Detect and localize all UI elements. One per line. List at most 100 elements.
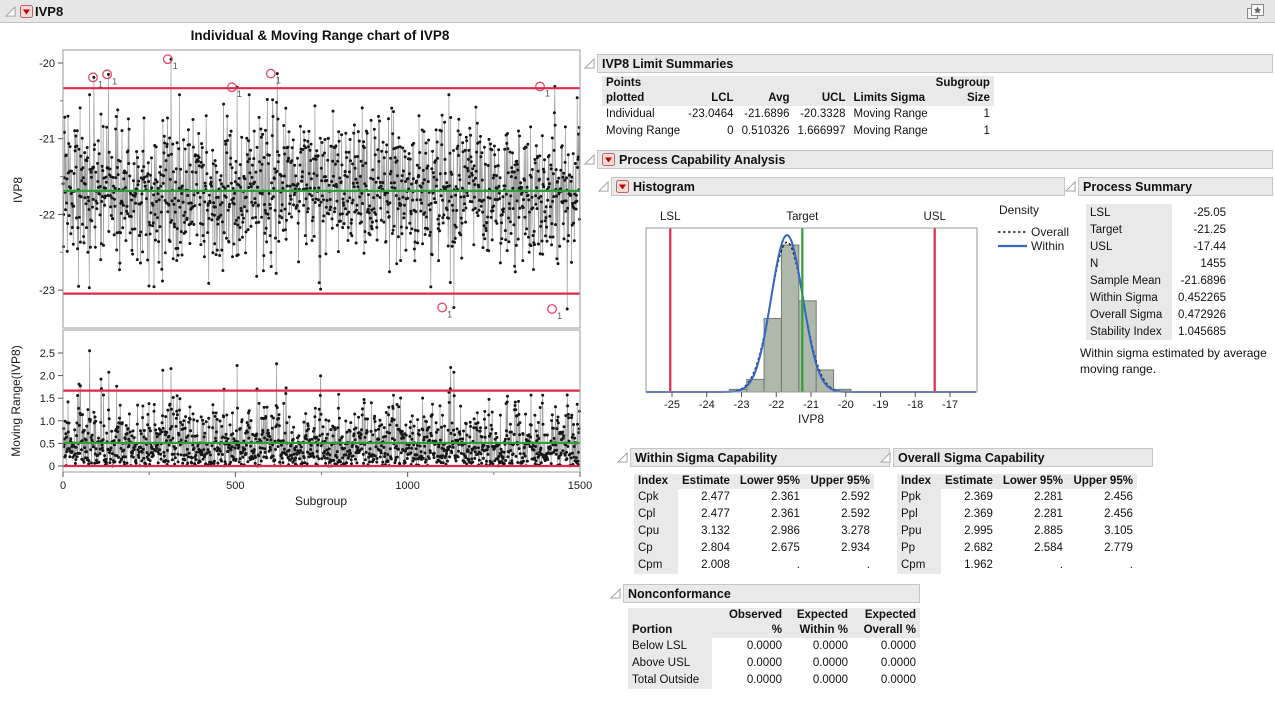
table-row: Within Sigma0.452265 — [1086, 289, 1230, 306]
cell: . — [734, 557, 804, 574]
section-process-capability[interactable]: Process Capability Analysis — [584, 149, 1273, 170]
col-header: Upper 95% — [1067, 474, 1137, 489]
table-row: Total Outside0.00000.00000.0000 — [628, 672, 920, 689]
svg-text:-18: -18 — [907, 399, 923, 411]
cell: 2.369 — [941, 506, 997, 523]
col-header: Limits Sigma — [850, 76, 932, 106]
disclosure-triangle-icon[interactable] — [584, 58, 595, 69]
cell: 2.592 — [804, 506, 874, 523]
cell: 0.0000 — [712, 638, 786, 655]
cell: Cpl — [634, 506, 678, 523]
cell: 2.995 — [941, 523, 997, 540]
window-layers-icon[interactable] — [1246, 3, 1266, 25]
cell: Within Sigma — [1086, 289, 1172, 306]
cell: Cp — [634, 540, 678, 557]
cell: 0.0000 — [852, 655, 920, 672]
capability-histogram[interactable]: LSLTargetUSL-25-24-23-22-21-20-19-18-17I… — [600, 200, 1078, 435]
cell: Overall Sigma — [1086, 306, 1172, 323]
svg-text:Within: Within — [1031, 239, 1064, 253]
overall-capability-table: Index Estimate Lower 95% Upper 95% Ppk2.… — [897, 474, 1137, 574]
table-row: USL-17.44 — [1086, 238, 1230, 255]
table-row: Stability Index1.045685 — [1086, 323, 1230, 340]
col-header: Lower 95% — [734, 474, 804, 489]
disclosure-triangle-icon[interactable] — [584, 154, 595, 165]
col-header: Expected Overall % — [852, 608, 920, 638]
cell: 0.452265 — [1172, 289, 1230, 306]
cell: -20.3328 — [794, 106, 850, 123]
section-process-summary[interactable]: Process Summary — [1065, 176, 1273, 197]
disclosure-triangle-icon[interactable] — [1065, 181, 1076, 192]
svg-text:-17: -17 — [942, 399, 958, 411]
cell: Moving Range — [602, 123, 684, 140]
cell: 1.666997 — [794, 123, 850, 140]
cell: -23.0464 — [684, 106, 737, 123]
svg-text:0.5: 0.5 — [40, 438, 55, 450]
cell: -21.25 — [1172, 221, 1230, 238]
svg-text:1: 1 — [112, 76, 117, 86]
svg-text:IVP8: IVP8 — [11, 177, 25, 203]
cell: 0.0000 — [786, 672, 852, 689]
section-within-capability[interactable]: Within Sigma Capability — [617, 447, 890, 468]
svg-text:-25: -25 — [664, 399, 680, 411]
disclosure-triangle-icon[interactable] — [880, 452, 891, 463]
table-row: Ppk2.3692.2812.456 — [897, 489, 1137, 506]
cell: USL — [1086, 238, 1172, 255]
limit-summaries-table: Points plotted LCL Avg UCL Limits Sigma … — [602, 76, 994, 140]
col-header: Upper 95% — [804, 474, 874, 489]
red-triangle-menu-icon[interactable] — [20, 5, 33, 18]
cell: N — [1086, 255, 1172, 272]
cell: . — [804, 557, 874, 574]
jmp-report-window: 11111111-20-21-22-2300.51.01.52.02.50500… — [0, 0, 1275, 703]
section-title: Overall Sigma Capability — [898, 451, 1045, 465]
disclosure-triangle-icon[interactable] — [617, 452, 628, 463]
cell: 0.510326 — [738, 123, 794, 140]
cell: 2.477 — [678, 489, 734, 506]
cell: 2.361 — [734, 489, 804, 506]
svg-text:1000: 1000 — [395, 480, 419, 492]
section-histogram[interactable]: Histogram — [598, 176, 1065, 197]
disclosure-triangle-icon[interactable] — [598, 181, 609, 192]
cell: 0.472926 — [1172, 306, 1230, 323]
ir-mr-control-chart[interactable]: 11111111-20-21-22-2300.51.01.52.02.50500… — [0, 0, 595, 520]
col-header: Avg — [738, 76, 794, 106]
cell: 2.456 — [1067, 506, 1137, 523]
report-title-bar[interactable]: IVP8 — [0, 0, 1275, 23]
cell: 2.779 — [1067, 540, 1137, 557]
col-header: Points plotted — [602, 76, 684, 106]
section-overall-capability[interactable]: Overall Sigma Capability — [880, 447, 1153, 468]
table-row: Moving Range 0 0.510326 1.666997 Moving … — [602, 123, 994, 140]
cell: 1 — [932, 106, 994, 123]
cell: 2.281 — [997, 489, 1067, 506]
svg-text:1: 1 — [447, 310, 452, 320]
within-sigma-footnote: Within sigma estimated by average moving… — [1080, 346, 1275, 377]
col-header: Index — [634, 474, 678, 489]
cell: 0.0000 — [786, 638, 852, 655]
table-row: Cpm2.008.. — [634, 557, 874, 574]
table-row: Target-21.25 — [1086, 221, 1230, 238]
cell: 3.278 — [804, 523, 874, 540]
svg-text:Density: Density — [999, 203, 1039, 217]
section-nonconformance[interactable]: Nonconformance — [610, 583, 920, 604]
section-limit-summaries[interactable]: IVP8 Limit Summaries — [584, 53, 1273, 74]
cell: 2.456 — [1067, 489, 1137, 506]
cell: Cpm — [897, 557, 941, 574]
cell: 1.962 — [941, 557, 997, 574]
cell: 3.105 — [1067, 523, 1137, 540]
col-header: Portion — [628, 608, 712, 638]
cell: 0.0000 — [712, 672, 786, 689]
table-row: Individual -23.0464 -21.6896 -20.3328 Mo… — [602, 106, 994, 123]
table-row: Ppu2.9952.8853.105 — [897, 523, 1137, 540]
table-row: Sample Mean-21.6896 — [1086, 272, 1230, 289]
disclosure-triangle-icon[interactable] — [610, 588, 621, 599]
svg-text:Moving Range(IVP8): Moving Range(IVP8) — [9, 345, 23, 456]
window-title: IVP8 — [35, 4, 63, 19]
disclosure-triangle-icon[interactable] — [5, 6, 16, 17]
cell: Ppl — [897, 506, 941, 523]
red-triangle-menu-icon[interactable] — [602, 153, 615, 166]
cell: 2.361 — [734, 506, 804, 523]
cell: 2.369 — [941, 489, 997, 506]
col-header: UCL — [794, 76, 850, 106]
cell: Ppu — [897, 523, 941, 540]
col-header: Index — [897, 474, 941, 489]
red-triangle-menu-icon[interactable] — [616, 180, 629, 193]
